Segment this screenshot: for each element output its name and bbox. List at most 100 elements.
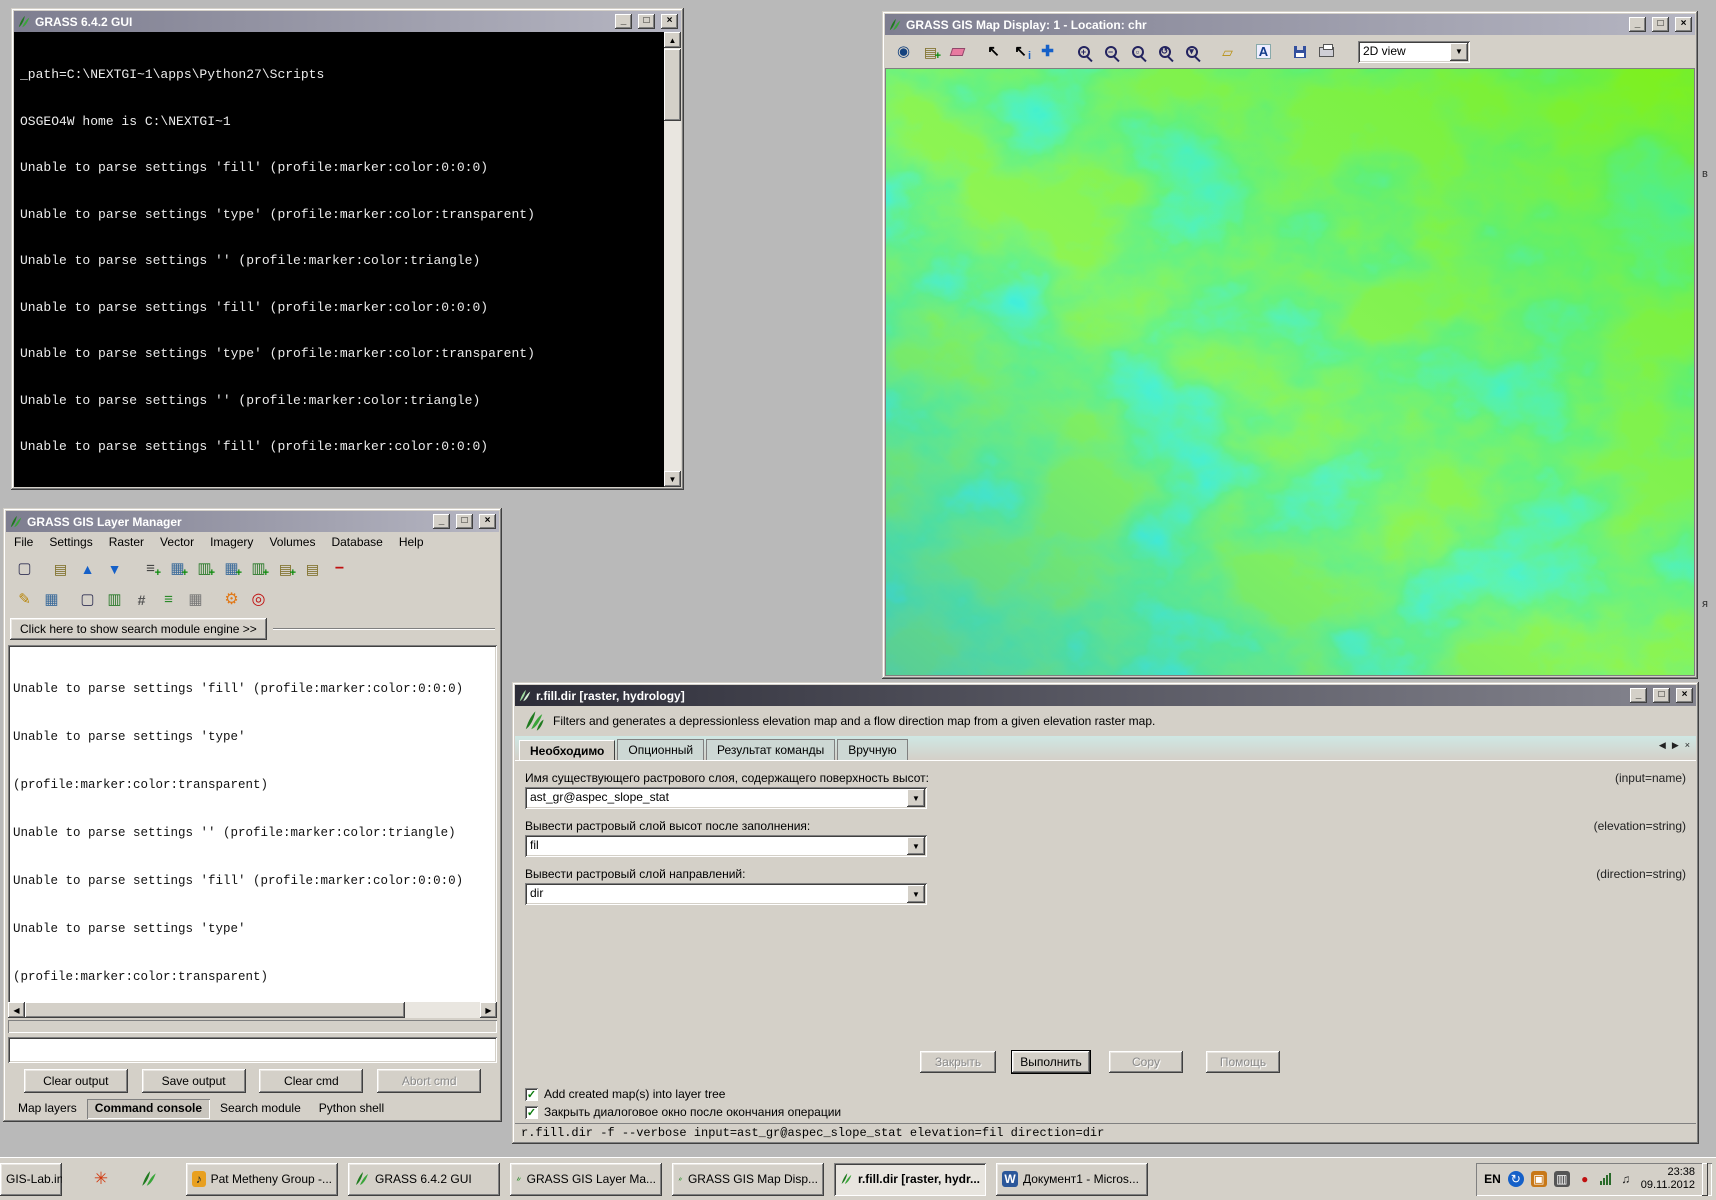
graphical-modeler-icon[interactable]: ≡ [156, 587, 181, 612]
direction-combobox[interactable]: dir ▼ [525, 883, 927, 905]
command-input[interactable] [8, 1037, 497, 1063]
dropdown-arrow-icon[interactable]: ▼ [907, 885, 925, 903]
erase-display-icon[interactable] [945, 39, 970, 64]
raster-calculator-icon[interactable]: ▥ [102, 587, 127, 612]
attribute-table-icon[interactable]: ▦ [39, 587, 64, 612]
tab-python-shell[interactable]: Python shell [311, 1099, 392, 1119]
abort-cmd-button[interactable]: Abort cmd [377, 1069, 481, 1093]
clock[interactable]: 23:38 09.11.2012 [1641, 1166, 1695, 1192]
quicklaunch-grass-icon[interactable] [138, 1168, 160, 1190]
close-dialog-button[interactable]: Закрыть [920, 1051, 996, 1073]
network-signal-icon[interactable] [1600, 1173, 1611, 1185]
display-map-icon[interactable]: ◉ [891, 39, 916, 64]
maximize-button[interactable]: □ [456, 514, 473, 529]
tab-scroll-left-icon[interactable]: ◀ [1659, 740, 1666, 751]
add-group-icon[interactable]: ▤+ [273, 556, 298, 581]
tab-command-output[interactable]: Результат команды [706, 739, 835, 760]
help-button[interactable]: Помощь [1206, 1051, 1280, 1073]
minimize-button[interactable]: _ [615, 14, 632, 29]
query-icon[interactable]: ↖i [1008, 39, 1033, 64]
edit-icon[interactable]: ✎ [12, 587, 37, 612]
minimize-button[interactable]: _ [1630, 688, 1647, 703]
new-console-icon[interactable]: ▢ [75, 587, 100, 612]
scroll-up-icon[interactable]: ▲ [664, 32, 681, 48]
scroll-left-icon[interactable]: ◀ [8, 1002, 25, 1018]
close-button[interactable]: × [1675, 17, 1692, 32]
tab-close-icon[interactable]: × [1685, 740, 1690, 751]
zoom-back-icon[interactable]: ↺ [1152, 39, 1177, 64]
maximize-button[interactable]: □ [638, 14, 655, 29]
update-tray-icon[interactable]: ↻ [1508, 1171, 1524, 1187]
quicklaunch-app-icon[interactable]: ✳ [90, 1168, 112, 1190]
run-button[interactable]: Выполнить [1012, 1051, 1090, 1073]
minimize-button[interactable]: _ [1629, 17, 1646, 32]
new-display-icon[interactable]: ▢ [12, 556, 37, 581]
dropdown-arrow-icon[interactable]: ▼ [907, 837, 925, 855]
zoom-out-icon[interactable]: − [1098, 39, 1123, 64]
language-indicator[interactable]: EN [1484, 1172, 1501, 1186]
help-ring-icon[interactable]: ◎ [246, 587, 271, 612]
render-map-icon[interactable]: ▤+ [918, 39, 943, 64]
menu-raster[interactable]: Raster [109, 535, 144, 550]
menu-volumes[interactable]: Volumes [269, 535, 315, 550]
add-raster-misc-icon[interactable]: ▦+ [219, 556, 244, 581]
close-dialog-checkbox[interactable]: ✓ Закрыть диалоговое окно после окончани… [525, 1105, 841, 1119]
new-workspace-icon[interactable]: ▤ [48, 556, 73, 581]
tab-manual[interactable]: Вручную [837, 739, 907, 760]
georectify-icon[interactable]: # [129, 587, 154, 612]
copy-button[interactable]: Copy [1109, 1051, 1183, 1073]
tab-required[interactable]: Необходимо [519, 740, 615, 761]
show-desktop-strip[interactable] [1702, 1163, 1708, 1196]
taskbar-item-word[interactable]: W Документ1 - Micros... [996, 1163, 1148, 1196]
taskbar-item-map-display[interactable]: GRASS GIS Map Disp... [672, 1163, 824, 1196]
clear-cmd-button[interactable]: Clear cmd [259, 1069, 363, 1093]
search-module-toggle-button[interactable]: Click here to show search module engine … [10, 618, 267, 640]
view-mode-select[interactable]: 2D view ▼ [1358, 41, 1470, 63]
close-button[interactable]: × [1676, 688, 1693, 703]
add-vector-misc-icon[interactable]: ▥+ [246, 556, 271, 581]
add-command-layer-icon[interactable]: ▤ [300, 556, 325, 581]
save-display-icon[interactable] [1287, 39, 1312, 64]
dropdown-arrow-icon[interactable]: ▼ [907, 789, 925, 807]
menu-imagery[interactable]: Imagery [210, 535, 253, 550]
volume-tray-icon[interactable]: ♫ [1618, 1171, 1634, 1187]
tab-command-console[interactable]: Command console [87, 1099, 210, 1119]
zoom-extent-icon[interactable]: ▫ [1125, 39, 1150, 64]
tab-scroll-right-icon[interactable]: ▶ [1672, 740, 1679, 751]
menu-settings[interactable]: Settings [49, 535, 92, 550]
map-display-titlebar[interactable]: GRASS GIS Map Display: 1 - Location: chr… [885, 14, 1695, 35]
menu-file[interactable]: File [14, 535, 33, 550]
pan-icon[interactable]: ✚ [1035, 39, 1060, 64]
close-button[interactable]: × [661, 14, 678, 29]
package-tray-icon[interactable]: ▣ [1531, 1171, 1547, 1187]
output-horizontal-scrollbar[interactable]: ◀ ▶ [8, 1002, 497, 1018]
maximize-button[interactable]: □ [1653, 688, 1670, 703]
analyze-icon[interactable]: ▱ [1215, 39, 1240, 64]
settings-gear-icon[interactable]: ⚙ [219, 587, 244, 612]
scrollbar-thumb[interactable] [664, 49, 681, 121]
terminal-scrollbar[interactable]: ▲ ▼ [664, 32, 681, 487]
clear-output-button[interactable]: Clear output [24, 1069, 128, 1093]
zoom-in-icon[interactable]: + [1071, 39, 1096, 64]
zoom-menu-icon[interactable]: ▾ [1179, 39, 1204, 64]
save-workspace-icon[interactable]: ▼ [102, 556, 127, 581]
elevation-combobox[interactable]: fil ▼ [525, 835, 927, 857]
layer-manager-titlebar[interactable]: GRASS GIS Layer Manager _ □ × [6, 511, 499, 532]
pointer-icon[interactable]: ↖ [981, 39, 1006, 64]
minimize-button[interactable]: _ [433, 514, 450, 529]
taskbar-item-gis-lab[interactable]: GIS-Lab.inf... [0, 1163, 62, 1196]
terminal-area[interactable]: _path=C:\NEXTGI~1\apps\Python27\Scripts … [14, 32, 681, 487]
record-tray-icon[interactable]: ● [1577, 1171, 1593, 1187]
print-icon[interactable] [1314, 39, 1339, 64]
open-workspace-icon[interactable]: ▲ [75, 556, 100, 581]
tab-optional[interactable]: Опционный [617, 739, 704, 760]
add-vector-layer-icon[interactable]: ▥+ [192, 556, 217, 581]
taskbar-item-grass-gui[interactable]: GRASS 6.4.2 GUI [348, 1163, 500, 1196]
layer-manager-output[interactable]: Unable to parse settings 'fill' (profile… [8, 645, 497, 1018]
map-canvas[interactable] [885, 68, 1695, 676]
console-window-titlebar[interactable]: GRASS 6.4.2 GUI _ □ × [14, 11, 681, 32]
mapswipe-icon[interactable]: ▦ [183, 587, 208, 612]
scroll-right-icon[interactable]: ▶ [480, 1002, 497, 1018]
taskbar-item-layer-manager[interactable]: GRASS GIS Layer Ma... [510, 1163, 662, 1196]
menu-help[interactable]: Help [399, 535, 424, 550]
